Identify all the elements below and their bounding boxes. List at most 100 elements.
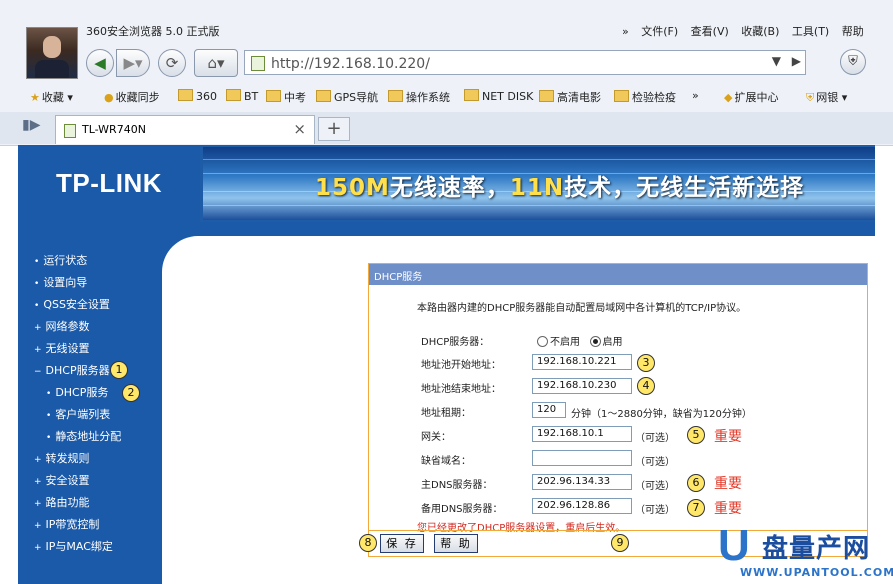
radio-checked-icon <box>589 336 601 347</box>
dns1-label: 主DNS服务器： <box>421 480 493 491</box>
domain-label: 缺省域名： <box>421 456 471 467</box>
tplink-logo: TP-LINK <box>18 145 200 222</box>
sidebar-item-qss[interactable]: • QSS安全设置 <box>34 296 110 312</box>
sidebar-item-wireless[interactable]: + 无线设置 <box>34 340 90 356</box>
bookmark-os[interactable]: 操作系统 <box>388 89 450 105</box>
sidebar-item-status[interactable]: • 运行状态 <box>34 252 87 268</box>
folder-icon <box>464 89 479 101</box>
tab-label: TL-WR740N <box>82 123 146 136</box>
sidebar-item-routing[interactable]: + 路由功能 <box>34 494 90 510</box>
bookmark-banking[interactable]: ⛨ 网银 ▾ <box>806 89 847 105</box>
sidebar-item-bandwidth[interactable]: + IP带宽控制 <box>34 516 99 532</box>
annotation-marker-1: 1 <box>110 361 128 379</box>
lease-label: 地址租期： <box>421 408 471 419</box>
bookmark-netdisk[interactable]: NET DISK <box>464 89 533 103</box>
menu-favorites[interactable]: 收藏(B) <box>741 25 779 38</box>
menu-bar: » 文件(F) 查看(V) 收藏(B) 工具(T) 帮助 <box>622 23 873 39</box>
pool-end-input[interactable]: 192.168.10.230 <box>532 378 632 394</box>
bookmark-bt[interactable]: BT <box>226 89 258 103</box>
user-avatar[interactable] <box>26 27 78 79</box>
folder-icon <box>614 90 629 102</box>
gateway-label: 网关： <box>421 432 451 443</box>
menu-tools[interactable]: 工具(T) <box>792 25 829 38</box>
radio-disable[interactable]: 不启用 <box>537 336 580 348</box>
intro-text: 本路由器内建的DHCP服务器能自动配置局域网中各计算机的TCP/IP协议。 <box>417 303 747 314</box>
bookmark-sync[interactable]: ● 收藏同步 <box>104 89 160 105</box>
chevron-down-icon[interactable]: ▼ <box>772 54 781 68</box>
back-button[interactable]: ◀ <box>86 49 114 77</box>
dhcp-server-radio-group: 不启用 启用 <box>537 333 623 348</box>
cube-icon: ◆ <box>724 91 733 104</box>
annotation-marker-3: 3 <box>637 354 655 372</box>
bookmark-extensions[interactable]: ◆ 扩展中心 <box>724 89 778 105</box>
go-icon[interactable]: ▶ <box>792 54 801 68</box>
pool-start-input[interactable]: 192.168.10.221 <box>532 354 632 370</box>
page-icon <box>64 124 76 138</box>
annotation-marker-2: 2 <box>122 384 140 402</box>
sidebar-curve <box>162 236 222 276</box>
dns2-optional: （可选） <box>635 505 675 516</box>
sidebar-item-network[interactable]: + 网络参数 <box>34 318 90 334</box>
sidebar-item-security[interactable]: + 安全设置 <box>34 472 90 488</box>
sidebar-item-forwarding[interactable]: + 转发规则 <box>34 450 90 466</box>
folder-icon <box>316 90 331 102</box>
warning-text: 您已经更改了DHCP服务器设置，重启后生效。 <box>417 523 626 534</box>
page-icon <box>251 56 265 71</box>
save-button[interactable]: 保 存 <box>380 534 424 553</box>
annotation-marker-9: 9 <box>611 534 629 552</box>
sidebar-item-dhcp-service[interactable]: • DHCP服务 <box>46 384 108 400</box>
refresh-icon: ⟳ <box>165 54 179 72</box>
refresh-button[interactable]: ⟳ <box>158 49 186 77</box>
lease-note: 分钟（1～2880分钟，缺省为120分钟） <box>571 409 752 420</box>
folder-icon <box>178 89 193 101</box>
annotation-marker-4: 4 <box>637 377 655 395</box>
dns1-input[interactable]: 202.96.134.33 <box>532 474 632 490</box>
back-arrow-icon: ◀ <box>94 54 106 72</box>
window-title: 360安全浏览器 5.0 正式版 <box>86 25 220 38</box>
bookmark-gps[interactable]: GPS导航 <box>316 89 378 105</box>
sidebar-item-dhcp-server[interactable]: − DHCP服务器 <box>34 362 110 378</box>
watermark-logo: U 盘量产网 WWW.UPANTOOL.COM <box>718 522 893 582</box>
domain-input[interactable] <box>532 450 632 466</box>
home-button[interactable]: ⌂▾ <box>194 49 238 77</box>
sidebar-item-ip-mac[interactable]: + IP与MAC绑定 <box>34 538 113 554</box>
folder-icon <box>388 90 403 102</box>
sidebar-toggle-icon[interactable]: ▮▶ <box>22 117 46 137</box>
menu-file[interactable]: 文件(F) <box>641 25 678 38</box>
lease-input[interactable]: 120 <box>532 402 566 418</box>
sidebar-item-wizard[interactable]: • 设置向导 <box>34 274 87 290</box>
menu-view[interactable]: 查看(V) <box>691 25 729 38</box>
help-button[interactable]: 帮 助 <box>434 534 478 553</box>
radio-enable[interactable]: 启用 <box>589 336 623 348</box>
annotation-marker-5: 5 <box>687 426 705 444</box>
tab-active[interactable]: TL-WR740N × <box>55 115 315 144</box>
bookmark-favorites[interactable]: ★ 收藏 ▾ <box>30 89 73 105</box>
pool-end-label: 地址池结束地址： <box>421 384 501 395</box>
bookmarks-bar: ★ 收藏 ▾ ● 收藏同步 360 BT 中考 GPS导航 操作系统 NET DIS… <box>0 84 893 108</box>
domain-optional: （可选） <box>635 457 675 468</box>
bookmarks-chevron-icon[interactable]: » <box>692 89 699 102</box>
menu-help[interactable]: 帮助 <box>842 25 864 38</box>
sidebar-item-client-list[interactable]: • 客户端列表 <box>46 406 110 422</box>
shield-icon[interactable]: ⛨ <box>840 49 866 75</box>
bookmark-movies[interactable]: 高清电影 <box>539 89 601 105</box>
sidebar-item-static-address[interactable]: • 静态地址分配 <box>46 428 121 444</box>
dns2-input[interactable]: 202.96.128.86 <box>532 498 632 514</box>
close-icon[interactable]: × <box>293 120 306 138</box>
new-tab-button[interactable]: + <box>318 117 350 141</box>
bookmark-360[interactable]: 360 <box>178 89 217 103</box>
gateway-input[interactable]: 192.168.10.1 <box>532 426 632 442</box>
panel-header <box>369 264 867 285</box>
watermark-site: WWW.UPANTOOL.COM <box>740 566 893 579</box>
forward-button[interactable]: ▶▾ <box>116 49 150 77</box>
dns1-optional: （可选） <box>635 481 675 492</box>
dhcp-server-label: DHCP服务器： <box>421 337 490 348</box>
bookmark-zhongkao[interactable]: 中考 <box>266 89 306 105</box>
address-bar[interactable]: http://192.168.10.220/ ▼ ▶ <box>244 50 806 75</box>
menu-chevron-icon[interactable]: » <box>622 25 629 38</box>
shield-icon: ⛨ <box>806 91 815 104</box>
url-text[interactable]: http://192.168.10.220/ <box>271 56 430 72</box>
bookmark-inspection[interactable]: 检验检疫 <box>614 89 676 105</box>
annotation-marker-6: 6 <box>687 474 705 492</box>
home-icon: ⌂▾ <box>207 54 225 72</box>
